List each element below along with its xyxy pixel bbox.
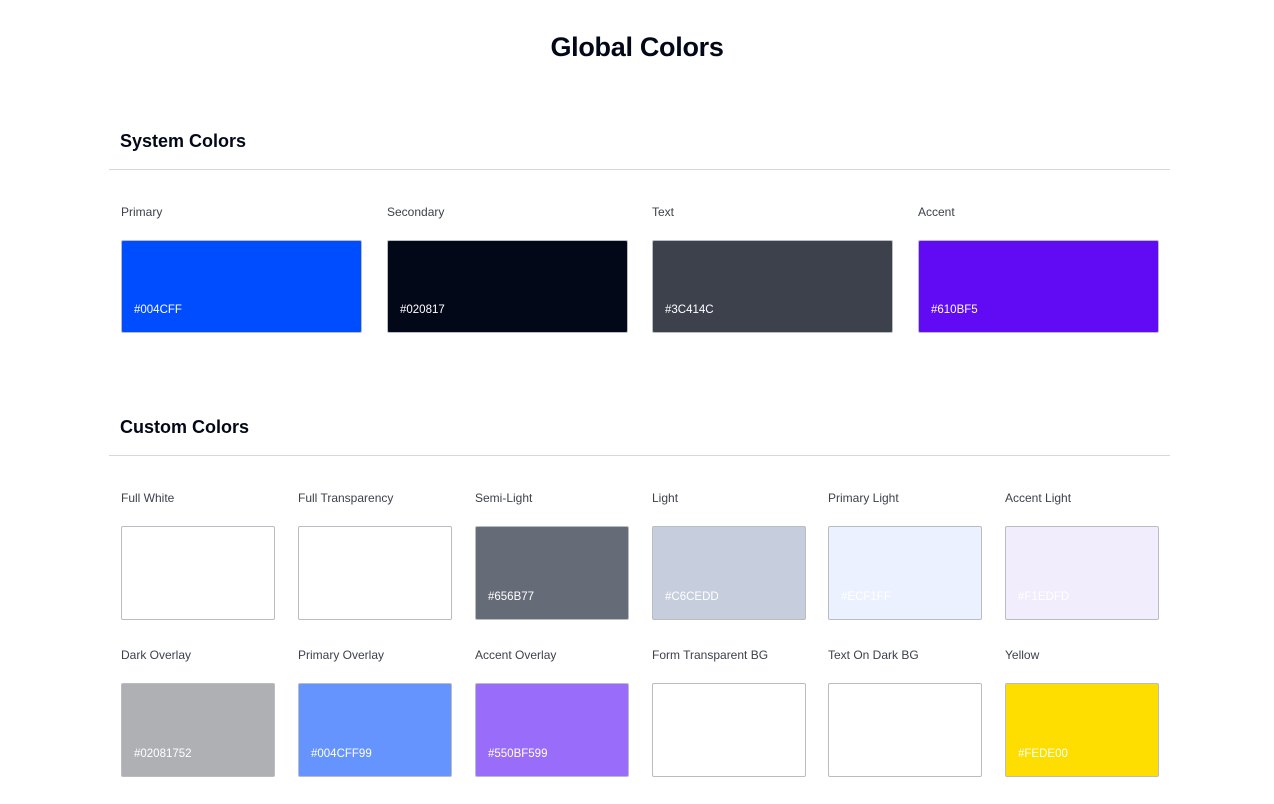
swatch-hex: #004CFF99 <box>311 748 372 760</box>
swatch-label: Dark Overlay <box>121 648 192 662</box>
swatch-form-transparent-bg: Form Transparent BG <box>652 648 806 777</box>
color-swatch[interactable]: #3C414C <box>652 240 893 333</box>
swatch-label: Light <box>652 491 679 505</box>
swatch-label: Accent Light <box>1005 491 1072 505</box>
color-swatch[interactable]: #656B77 <box>475 526 629 620</box>
swatch-full-white: Full White <box>121 491 275 620</box>
color-swatch[interactable]: #550BF599 <box>475 683 629 777</box>
swatch-hex: #C6CEDD <box>665 591 719 603</box>
swatch-semi-light: Semi-Light #656B77 <box>475 491 629 620</box>
color-swatch[interactable] <box>652 683 806 777</box>
swatch-hex: #02081752 <box>134 748 192 760</box>
swatch-label: Text On Dark BG <box>828 648 919 662</box>
swatch-hex: #ECF1FF <box>841 591 891 603</box>
swatch-text: Text #3C414C <box>652 205 893 333</box>
swatch-label: Secondary <box>387 205 445 219</box>
swatch-label: Form Transparent BG <box>652 648 769 662</box>
swatch-label: Semi-Light <box>475 491 533 505</box>
color-swatch[interactable]: #004CFF <box>121 240 362 333</box>
swatch-accent-overlay: Accent Overlay #550BF599 <box>475 648 629 777</box>
color-swatch[interactable] <box>828 683 982 777</box>
swatch-label: Accent <box>918 205 955 219</box>
swatch-hex: #656B77 <box>488 591 535 603</box>
swatch-accent: Accent #610BF5 <box>918 205 1159 333</box>
swatch-label: Text <box>652 205 675 219</box>
color-swatch[interactable]: #ECF1FF <box>828 526 982 620</box>
swatch-accent-light: Accent Light #F1EDFD <box>1005 491 1159 620</box>
swatch-label: Primary Light <box>828 491 899 505</box>
swatch-label: Primary <box>121 205 163 219</box>
system-colors-heading: System Colors <box>120 131 247 151</box>
custom-colors-heading: Custom Colors <box>120 417 250 437</box>
swatch-hex: #004CFF <box>134 304 182 316</box>
swatch-hex: #3C414C <box>665 304 714 316</box>
color-swatch[interactable]: #610BF5 <box>918 240 1159 333</box>
system-colors-divider <box>109 169 1170 170</box>
color-swatch[interactable] <box>298 526 452 620</box>
swatch-primary: Primary #004CFF <box>121 205 362 333</box>
swatch-text-on-dark-bg: Text On Dark BG <box>828 648 982 777</box>
custom-colors-divider <box>109 455 1170 456</box>
swatch-label: Accent Overlay <box>475 648 557 662</box>
swatch-label: Full Transparency <box>298 491 394 505</box>
swatch-primary-light: Primary Light #ECF1FF <box>828 491 982 620</box>
swatch-hex: #550BF599 <box>488 748 548 760</box>
color-swatch[interactable]: #020817 <box>387 240 628 333</box>
swatch-secondary: Secondary #020817 <box>387 205 628 333</box>
swatch-hex: #FEDE00 <box>1018 748 1068 760</box>
swatch-hex: #610BF5 <box>931 304 978 316</box>
swatch-hex: #020817 <box>400 304 445 316</box>
swatch-primary-overlay: Primary Overlay #004CFF99 <box>298 648 452 777</box>
color-swatch[interactable]: #FEDE00 <box>1005 683 1159 777</box>
swatch-label: Full White <box>121 491 175 505</box>
swatch-dark-overlay: Dark Overlay #02081752 <box>121 648 275 777</box>
color-swatch[interactable]: #F1EDFD <box>1005 526 1159 620</box>
page-title: Global Colors <box>550 32 724 62</box>
color-swatch[interactable]: #02081752 <box>121 683 275 777</box>
swatch-label: Primary Overlay <box>298 648 385 662</box>
swatch-hex: #F1EDFD <box>1018 591 1070 603</box>
swatch-yellow: Yellow #FEDE00 <box>1005 648 1159 777</box>
color-swatch[interactable]: #004CFF99 <box>298 683 452 777</box>
color-swatch[interactable] <box>121 526 275 620</box>
swatch-light: Light #C6CEDD <box>652 491 806 620</box>
swatch-full-transparency: Full Transparency <box>298 491 452 620</box>
swatch-label: Yellow <box>1005 648 1040 662</box>
color-swatch[interactable]: #C6CEDD <box>652 526 806 620</box>
